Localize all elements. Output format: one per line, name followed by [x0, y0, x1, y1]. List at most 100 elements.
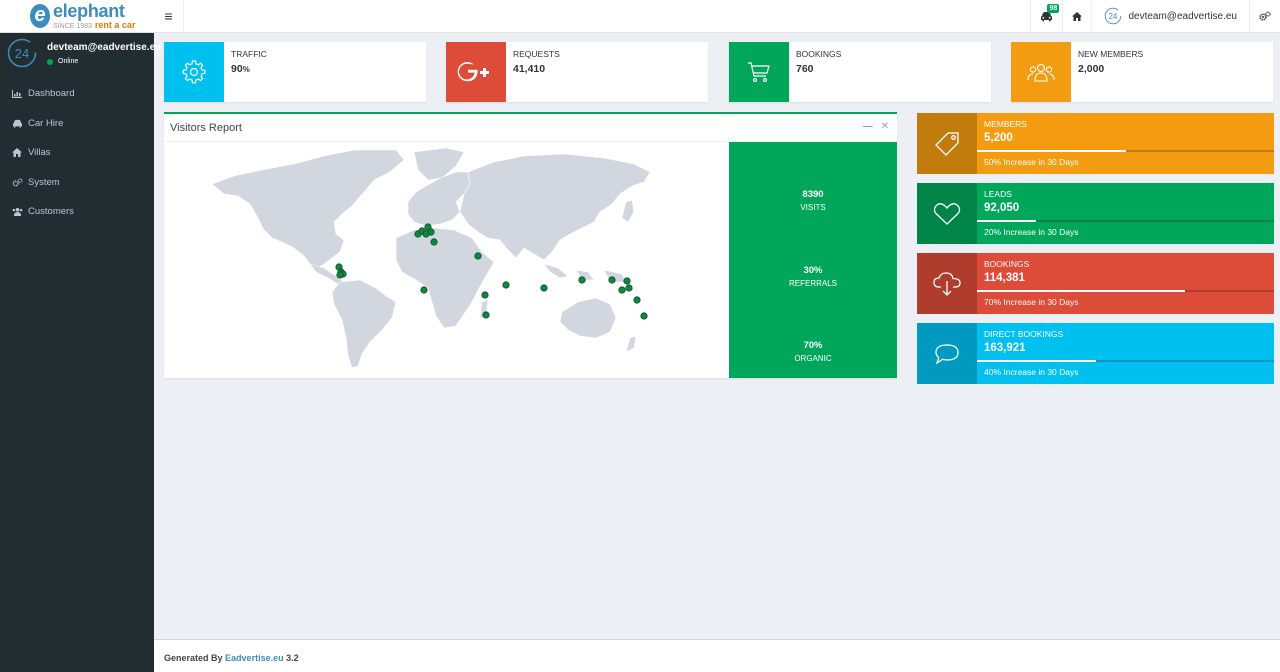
info-value: 90%: [231, 63, 250, 75]
box-value: 114,381: [984, 272, 1025, 284]
stat-value: 8390: [802, 189, 824, 200]
continents: [211, 147, 651, 369]
europe: [407, 171, 471, 227]
progress-track: [977, 150, 1274, 152]
google-plus-icon: [446, 42, 506, 102]
australia: [559, 297, 617, 339]
asia: [459, 153, 651, 261]
info-label: BOOKINGS: [796, 49, 842, 59]
stat-organic: 70% ORGANIC: [729, 340, 897, 363]
world-map[interactable]: [164, 142, 729, 378]
sidebar-item-customers[interactable]: Customers: [0, 197, 154, 227]
footer-prefix: Generated By: [164, 653, 223, 663]
cloud-download-icon: [917, 253, 977, 314]
settings-button[interactable]: [1249, 0, 1280, 32]
car-notifications-button[interactable]: 98: [1030, 0, 1062, 32]
collapse-icon[interactable]: —: [863, 121, 873, 132]
progress-box-direct-bookings: DIRECT BOOKINGS 163,921 40% Increase in …: [917, 323, 1274, 384]
bar-chart-icon: [12, 89, 25, 98]
home-icon: [1072, 11, 1083, 21]
progress-fill: [977, 360, 1096, 362]
info-box-traffic: TRAFFIC 90%: [164, 42, 426, 102]
progress-fill: [977, 150, 1126, 152]
box-label: DIRECT BOOKINGS: [984, 329, 1064, 339]
info-label: TRAFFIC: [231, 49, 267, 59]
stat-value: 70%: [803, 340, 823, 351]
progress-fill: [977, 220, 1037, 222]
box-label: LEADS: [984, 189, 1012, 199]
user-menu[interactable]: 24 devteam@eadvertise.eu: [1091, 0, 1249, 32]
sidebar: 24 devteam@eadvertise.eu Online Dashboar…: [0, 33, 161, 672]
stat-label: REFERRALS: [788, 279, 837, 288]
progress-fill: [977, 290, 1185, 292]
heart-icon: [917, 183, 977, 244]
stat-visits: 8390 VISITS: [729, 189, 897, 212]
users-icon: [1011, 42, 1071, 102]
avatar-24-icon: 24: [1105, 7, 1122, 25]
progress-box-members: MEMBERS 5,200 50% Increase in 30 Days: [917, 113, 1274, 174]
info-value: 2,000: [1078, 63, 1104, 75]
info-box-bookings: BOOKINGS 760: [729, 42, 991, 102]
info-label: REQUESTS: [513, 49, 560, 59]
info-box-requests: REQUESTS 41,410: [446, 42, 708, 102]
user-panel: 24 devteam@eadvertise.eu Online: [0, 33, 161, 74]
brand-logo[interactable]: e elephant SINCE 1983 rent a car: [0, 0, 154, 33]
sidebar-item-dashboard[interactable]: Dashboard: [0, 79, 154, 109]
progress-box-leads: LEADS 92,050 20% Increase in 30 Days: [917, 183, 1274, 244]
brand-name: elephant: [53, 1, 125, 21]
info-number: 90: [231, 63, 243, 75]
africa: [395, 227, 495, 329]
stat-label: VISITS: [800, 203, 826, 212]
hamburger-icon[interactable]: ≡: [154, 0, 184, 32]
box-value: 92,050: [984, 202, 1020, 214]
box-description: 50% Increase in 30 Days: [984, 157, 1079, 167]
brand-sub: SINCE 1983 rent a car: [53, 20, 136, 31]
avatar: 24: [7, 38, 37, 68]
stat-value: 30%: [803, 265, 823, 276]
user-status: Online: [47, 58, 78, 65]
sidebar-item-villas[interactable]: Villas: [0, 138, 154, 168]
box-description: 70% Increase in 30 Days: [984, 297, 1079, 307]
gear-icon: [164, 42, 224, 102]
close-icon[interactable]: ✕: [881, 121, 889, 132]
online-dot-icon: [47, 58, 53, 65]
panel-header: Visitors Report — ✕: [164, 114, 897, 142]
info-box-new-members: NEW MEMBERS 2,000: [1011, 42, 1273, 102]
visitor-stats: 8390 VISITS 30% REFERRALS 70% ORGANIC: [729, 142, 897, 378]
stat-referrals: 30% REFERRALS: [729, 265, 897, 288]
new-zealand: [625, 335, 637, 353]
progress-track: [977, 220, 1274, 222]
home-icon: [12, 148, 25, 158]
sidebar-item-label: Villas: [28, 147, 51, 159]
box-description: 40% Increase in 30 Days: [984, 367, 1079, 377]
tag-icon: [917, 113, 977, 174]
panel-title: Visitors Report: [170, 122, 242, 134]
info-value: 760: [796, 63, 814, 75]
world-map-svg: [211, 147, 651, 369]
south-america: [331, 279, 397, 369]
japan: [621, 199, 635, 223]
stat-label: ORGANIC: [794, 354, 832, 363]
cogs-icon: [1259, 11, 1271, 21]
navbar-right: 98 24 devteam@eadvertise.eu: [1030, 0, 1280, 32]
progress-box-bookings: BOOKINGS 114,381 70% Increase in 30 Days: [917, 253, 1274, 314]
sidebar-item-label: Car Hire: [28, 117, 64, 129]
brand-tagline: SINCE 1983: [53, 23, 92, 30]
box-value: 5,200: [984, 132, 1013, 144]
footer-link[interactable]: Eadvertise.eu: [225, 653, 284, 663]
sidebar-item-label: Customers: [28, 206, 74, 218]
comment-icon: [917, 323, 977, 384]
info-number: 760: [796, 63, 814, 75]
user-status-text: Online: [58, 58, 79, 65]
info-unit: %: [242, 65, 250, 74]
sidebar-item-car-hire[interactable]: Car Hire: [0, 109, 154, 139]
sidebar-item-system[interactable]: System: [0, 168, 154, 198]
info-number: 2,000: [1078, 63, 1105, 75]
box-description: 20% Increase in 30 Days: [984, 227, 1079, 237]
sidebar-item-label: Dashboard: [28, 88, 75, 100]
home-button[interactable]: [1062, 0, 1091, 32]
sidebar-item-label: System: [28, 176, 60, 188]
footer: Generated By Eadvertise.eu 3.2: [154, 639, 1280, 672]
brand-subtitle: rent a car: [94, 20, 136, 30]
sidebar-menu: Dashboard Car Hire Villas System Custome…: [0, 79, 154, 227]
